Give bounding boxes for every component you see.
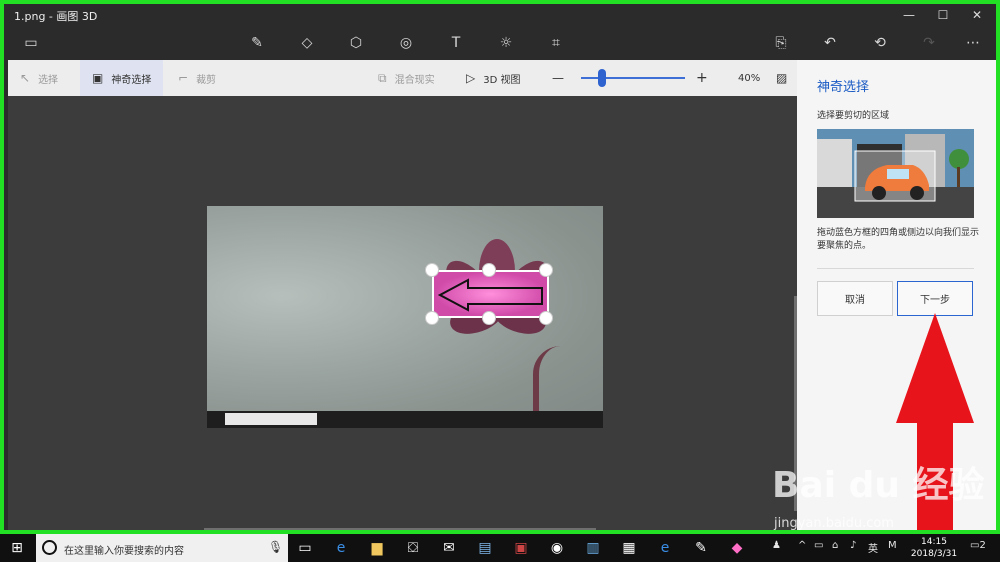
- canvas-area[interactable]: [8, 96, 797, 530]
- 3d-shapes-icon[interactable]: ⬡: [345, 32, 367, 54]
- notification-icon[interactable]: ▭2: [970, 540, 986, 551]
- panel-divider: [817, 268, 974, 269]
- example-thumbnail: [817, 129, 974, 218]
- resize-handle-top[interactable]: [482, 263, 496, 277]
- zoom-slider-track[interactable]: [581, 77, 685, 79]
- image-taskbar-search: [225, 413, 317, 425]
- redo-icon[interactable]: ↷: [918, 32, 940, 54]
- zoom-slider-knob[interactable]: [598, 69, 606, 87]
- magic-select-icon: ▣: [92, 71, 104, 85]
- microphone-icon[interactable]: 🎙: [268, 540, 283, 554]
- minimize-button[interactable]: —: [892, 4, 926, 26]
- text-icon[interactable]: T: [445, 32, 467, 54]
- people-icon[interactable]: ♟: [772, 540, 781, 551]
- magic-select-label: 神奇选择: [111, 74, 152, 86]
- tray-chevron-icon[interactable]: ^: [798, 540, 806, 551]
- car-illustration: [817, 129, 974, 218]
- battery-icon[interactable]: ▭: [814, 540, 823, 551]
- mail-icon[interactable]: ✉: [436, 537, 462, 559]
- stickers-icon[interactable]: ◎: [395, 32, 417, 54]
- cortana-icon: [42, 540, 57, 555]
- mixed-reality-label: 混合现实: [394, 74, 435, 86]
- remote-desktop-icon[interactable]: ▤: [472, 537, 498, 559]
- task-view-icon[interactable]: ▭: [292, 537, 318, 559]
- menu-icon[interactable]: ▭: [20, 32, 42, 54]
- windows-taskbar: ⊞ 在这里输入你要搜索的内容 🎙 ▭ e ▆ ⛋ ✉ ▤ ▣ ◉ ▥ ▦ e ✎…: [0, 534, 1000, 562]
- baidu-watermark-url: jingyan.baidu.com: [774, 516, 894, 531]
- paint-3d-icon[interactable]: ◆: [724, 537, 750, 559]
- mixed-reality-icon: ⧉: [378, 70, 387, 85]
- arrow-outline-icon: [438, 278, 543, 312]
- app-icon-1[interactable]: ▣: [508, 537, 534, 559]
- ime-mode[interactable]: M: [888, 540, 897, 551]
- panel-subheading: 选择要剪切的区域: [817, 111, 890, 121]
- history-icon[interactable]: ⟲: [869, 32, 891, 54]
- app-window: 1.png - 画图 3D — ☐ ✕ ▭ ✎ ◇ ⬡ ◎ T ☼ ⌗ ⎘ ↶ …: [0, 0, 1000, 534]
- mixed-reality-tool[interactable]: ⧉ 混合现实: [378, 60, 435, 96]
- notification-count: 2: [979, 540, 986, 551]
- view-3d-toggle[interactable]: ▷ 3D 视图: [466, 60, 520, 96]
- canvas-icon[interactable]: ⌗: [545, 32, 567, 54]
- zoom-out-button[interactable]: —: [552, 60, 564, 96]
- select-toolbar: ↖ 选择 ▣ 神奇选择 ⌐ 裁剪 ⧉ 混合现实 ▷ 3D 视图 — + 40% …: [8, 60, 797, 96]
- ie-icon[interactable]: e: [652, 537, 678, 559]
- undo-icon[interactable]: ↶: [819, 32, 841, 54]
- ime-indicator[interactable]: 英: [868, 540, 878, 555]
- brush-icon[interactable]: ✎: [246, 32, 268, 54]
- title-bar: 1.png - 画图 3D — ☐ ✕: [4, 4, 996, 26]
- effects-icon[interactable]: ☼: [495, 32, 517, 54]
- panel-description: 拖动蓝色方框的四角或侧边以向我们显示要聚焦的点。: [817, 228, 980, 251]
- network-icon[interactable]: ⌂: [832, 540, 838, 551]
- panel-heading: 神奇选择: [817, 80, 870, 95]
- resize-handle-top-left[interactable]: [425, 263, 439, 277]
- search-placeholder: 在这里输入你要搜索的内容: [64, 546, 184, 557]
- calculator-icon[interactable]: ▦: [616, 537, 642, 559]
- select-label: 选择: [38, 74, 59, 86]
- baidu-watermark: Bai du 经验: [772, 465, 985, 506]
- volume-icon[interactable]: ♪: [850, 540, 856, 551]
- zoom-in-button[interactable]: +: [696, 60, 708, 96]
- resize-handle-bottom-left[interactable]: [425, 311, 439, 325]
- image-taskbar: [207, 411, 603, 428]
- maximize-button[interactable]: ☐: [926, 4, 960, 26]
- cancel-button[interactable]: 取消: [817, 281, 893, 316]
- paste-icon[interactable]: ⎘: [770, 32, 792, 54]
- app-icon-3[interactable]: ▥: [580, 537, 606, 559]
- main-toolbar: ▭ ✎ ◇ ⬡ ◎ T ☼ ⌗ ⎘ ↶ ⟲ ↷ ⋯: [4, 26, 996, 60]
- horizontal-scrollbar[interactable]: [204, 528, 596, 530]
- crop-tool[interactable]: ⌐ 裁剪: [178, 60, 216, 96]
- select-tool[interactable]: ↖ 选择: [20, 60, 58, 96]
- view-3d-icon: ▷: [466, 71, 476, 85]
- clock-time: 14:15: [921, 537, 947, 547]
- resize-handle-bottom[interactable]: [482, 311, 496, 325]
- zoom-level: 40%: [738, 72, 761, 84]
- 2d-shapes-icon[interactable]: ◇: [296, 32, 318, 54]
- window-title: 1.png - 画图 3D: [14, 10, 98, 23]
- paint-icon[interactable]: ✎: [688, 537, 714, 559]
- view-3d-label: 3D 视图: [483, 74, 521, 86]
- resize-handle-top-right[interactable]: [539, 263, 553, 277]
- resize-handle-bottom-right[interactable]: [539, 311, 553, 325]
- crop-label: 裁剪: [196, 74, 217, 86]
- store-icon[interactable]: ⛋: [400, 537, 426, 559]
- select-icon: ↖: [20, 71, 31, 85]
- clock[interactable]: 14:15 2018/3/31: [904, 536, 964, 560]
- taskbar-search[interactable]: 在这里输入你要搜索的内容 🎙: [36, 534, 288, 562]
- next-button[interactable]: 下一步: [897, 281, 973, 316]
- start-button[interactable]: ⊞: [4, 537, 30, 559]
- more-icon[interactable]: ⋯: [962, 32, 984, 54]
- file-explorer-icon[interactable]: ▆: [364, 537, 390, 559]
- crop-icon: ⌐: [178, 71, 189, 85]
- app-icon-2[interactable]: ◉: [544, 537, 570, 559]
- clock-date: 2018/3/31: [910, 549, 958, 559]
- close-button[interactable]: ✕: [960, 4, 994, 26]
- edge-icon[interactable]: e: [328, 537, 354, 559]
- magic-select-tool[interactable]: ▣ 神奇选择: [80, 60, 164, 96]
- image-view-icon[interactable]: ▨: [776, 60, 787, 96]
